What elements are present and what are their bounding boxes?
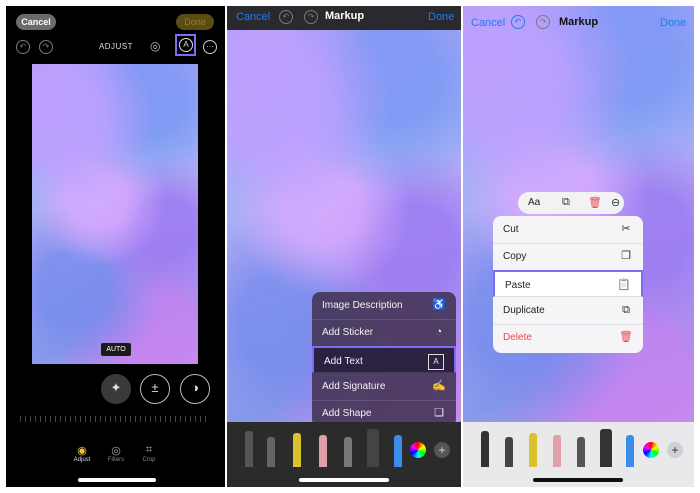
menu-add-sticker[interactable]: Add Sticker ◔: [312, 319, 456, 347]
text-box-icon: A: [428, 354, 444, 370]
markup-toolbar: +: [463, 422, 694, 487]
lasso-tool[interactable]: [577, 437, 585, 467]
menu-add-signature[interactable]: Add Signature ✍: [312, 373, 456, 401]
brilliance-icon[interactable]: ◑: [180, 374, 210, 404]
menu-item-label: Image Description: [322, 300, 403, 311]
cancel-button[interactable]: Cancel: [471, 17, 505, 29]
adjust-icon: ◉: [77, 445, 87, 457]
ruler-tool[interactable]: [367, 429, 379, 467]
add-icon[interactable]: +: [667, 442, 683, 458]
copy-icon: ❐: [621, 250, 631, 262]
menu-item-label: Cut: [503, 224, 519, 235]
shape-icon: ❏: [434, 407, 444, 419]
menu-item-label: Add Text: [324, 356, 363, 367]
menu-cut[interactable]: Cut ✂: [493, 216, 643, 244]
redo-icon[interactable]: ↷: [39, 40, 53, 54]
fountain-pen-tool[interactable]: [394, 435, 402, 467]
home-indicator: [533, 478, 623, 482]
font-button[interactable]: Aa: [528, 197, 540, 208]
fountain-pen-tool[interactable]: [626, 435, 634, 467]
tool-crop[interactable]: ⌗ Crop: [134, 444, 164, 463]
paste-icon: 📋: [617, 279, 631, 291]
adjust-panel: Cancel Done ↶ ↷ ADJUST ◎ A ⋯ AUTO ✦ ± ◑ …: [6, 6, 225, 487]
adjust-slider[interactable]: [20, 416, 210, 422]
photo-canvas: [463, 6, 694, 422]
color-picker-icon[interactable]: [643, 442, 659, 458]
duplicate-icon[interactable]: ⧉: [562, 196, 570, 209]
markup-menu: Image Description ♿ Add Sticker ◔ Add Te…: [312, 292, 456, 427]
redo-icon[interactable]: ↷: [536, 15, 550, 29]
home-indicator: [78, 478, 156, 482]
eraser-tool[interactable]: [319, 435, 327, 467]
redo-icon[interactable]: ↷: [304, 10, 318, 24]
markup-toolbar: +: [227, 422, 461, 487]
auto-badge[interactable]: AUTO: [101, 343, 131, 356]
exposure-icon[interactable]: ±: [140, 374, 170, 404]
tool-crop-label: Crop: [142, 457, 156, 463]
accessibility-icon: ♿: [432, 299, 446, 311]
pen-tool[interactable]: [481, 431, 489, 467]
more-icon[interactable]: ⊖: [611, 196, 620, 209]
sticker-icon: ◔: [435, 326, 443, 338]
edit-panel: Cancel ↶ ↷ Markup Done Aa ⧉ 🗑 ⊖ Cut ✂ Co…: [463, 6, 694, 487]
signature-icon: ✍: [432, 380, 446, 392]
tool-adjust[interactable]: ◉ Adjust: [67, 444, 97, 463]
crop-icon: ⌗: [145, 444, 153, 456]
menu-item-label: Copy: [503, 251, 527, 262]
menu-item-label: Add Shape: [322, 408, 372, 419]
menu-item-label: Paste: [505, 280, 531, 291]
menu-copy[interactable]: Copy ❐: [493, 243, 643, 271]
add-icon[interactable]: +: [434, 442, 450, 458]
menu-item-label: Delete: [503, 332, 532, 343]
page-title: ADJUST: [98, 42, 134, 51]
highlighter-tool[interactable]: [529, 433, 537, 467]
cancel-button[interactable]: Cancel: [236, 11, 270, 23]
cancel-button[interactable]: Cancel: [16, 14, 56, 30]
duplicate-icon: ⧉: [622, 304, 630, 316]
tool-filters-label: Filters: [107, 457, 125, 463]
undo-icon[interactable]: ↶: [279, 10, 293, 24]
trash-icon: 🗑: [619, 331, 633, 343]
tool-filters[interactable]: ◎ Filters: [101, 444, 131, 463]
color-picker-icon[interactable]: [410, 442, 426, 458]
menu-item-label: Add Sticker: [322, 327, 374, 338]
markup-button[interactable]: A: [175, 34, 196, 56]
done-button[interactable]: Done: [660, 17, 686, 29]
magic-wand-icon[interactable]: ✦: [101, 374, 131, 404]
home-indicator: [299, 478, 389, 482]
trash-icon[interactable]: 🗑: [588, 196, 602, 209]
menu-image-description[interactable]: Image Description ♿: [312, 292, 456, 320]
menu-item-label: Duplicate: [503, 305, 545, 316]
menu-duplicate[interactable]: Duplicate ⧉: [493, 297, 643, 325]
pencil-tool[interactable]: [505, 437, 513, 467]
page-title: Markup: [559, 16, 599, 28]
text-edit-bar: Aa ⧉ 🗑 ⊖: [518, 192, 624, 214]
undo-icon[interactable]: ↶: [511, 15, 525, 29]
menu-delete[interactable]: Delete 🗑: [493, 324, 643, 351]
menu-add-text[interactable]: Add Text A: [312, 346, 456, 373]
lasso-tool[interactable]: [344, 437, 352, 467]
photo-preview: [32, 64, 198, 364]
menu-paste[interactable]: Paste 📋: [493, 270, 643, 297]
highlighter-tool[interactable]: [293, 433, 301, 467]
page-title: Markup: [325, 10, 365, 22]
markup-pen-icon: A: [179, 38, 193, 52]
ruler-tool[interactable]: [600, 429, 612, 467]
menu-item-label: Add Signature: [322, 381, 386, 392]
pencil-tool[interactable]: [267, 437, 275, 467]
edit-context-menu: Cut ✂ Copy ❐ Paste 📋 Duplicate ⧉ Delete …: [493, 216, 643, 353]
tool-adjust-label: Adjust: [73, 457, 91, 463]
eraser-tool[interactable]: [553, 435, 561, 467]
scissors-icon: ✂: [621, 223, 631, 235]
markup-panel: Cancel ↶ ↷ Markup Done Image Description…: [227, 6, 461, 487]
more-icon[interactable]: ⋯: [203, 40, 217, 54]
done-button[interactable]: Done: [176, 14, 214, 30]
undo-icon[interactable]: ↶: [16, 40, 30, 54]
hide-icon[interactable]: ◎: [150, 39, 168, 53]
pen-tool[interactable]: [245, 431, 253, 467]
filters-icon: ◎: [111, 445, 121, 457]
done-button[interactable]: Done: [428, 11, 454, 23]
